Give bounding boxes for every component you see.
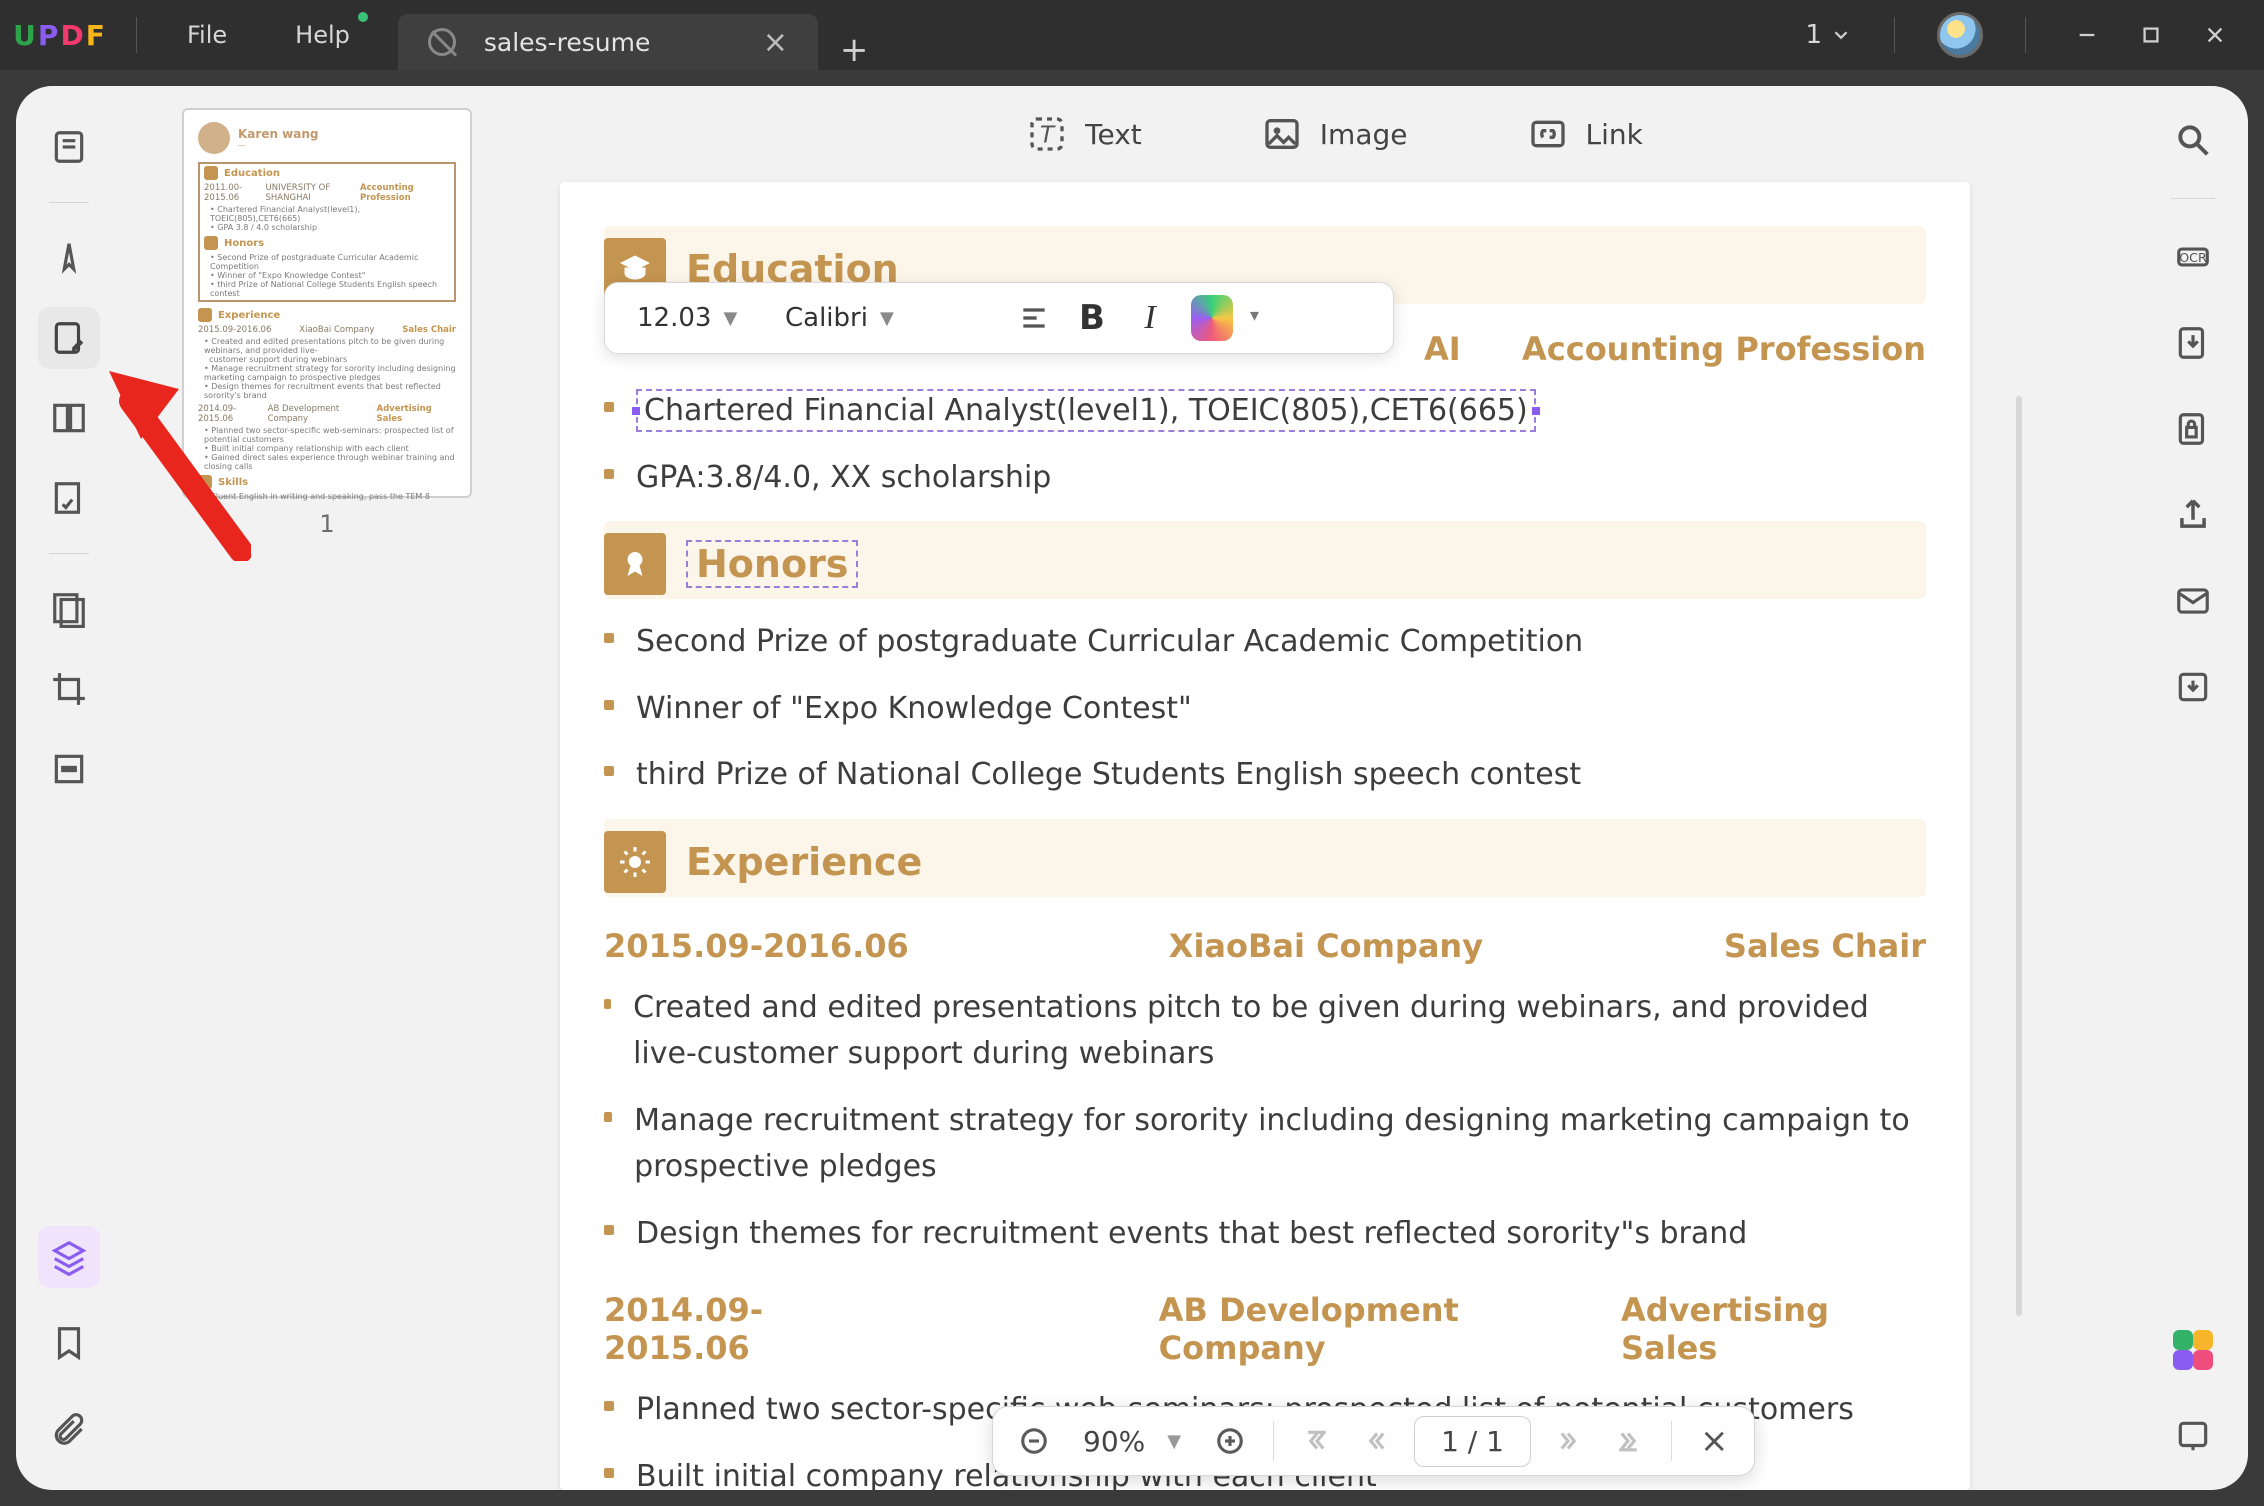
comment-tool[interactable] [38, 227, 100, 289]
education-major: Accounting Profession [1522, 330, 1926, 368]
insert-link-button[interactable]: Link [1528, 114, 1643, 154]
honors-icon [604, 533, 666, 595]
ai-assistant-button[interactable] [2165, 1322, 2221, 1378]
notes-button[interactable] [2165, 1408, 2221, 1464]
document-page[interactable]: Education AI Accounting Profession Chart… [560, 182, 1970, 1490]
save-button[interactable] [2165, 659, 2221, 715]
share-button[interactable] [2165, 487, 2221, 543]
insert-image-button[interactable]: Image [1262, 114, 1408, 154]
separator [2025, 17, 2026, 53]
convert-button[interactable] [2165, 315, 2221, 371]
thumbnail-page-number: 1 [162, 510, 492, 538]
education-school: AI [1424, 330, 1461, 368]
menu-help[interactable]: Help [261, 0, 384, 70]
window-maximize-button[interactable] [2132, 16, 2170, 54]
next-page-button[interactable] [1545, 1418, 1591, 1464]
svg-text:OCR: OCR [2179, 250, 2207, 265]
italic-button[interactable]: I [1125, 293, 1175, 343]
layers-panel-button[interactable] [38, 1226, 100, 1288]
separator [136, 17, 137, 53]
protect-button[interactable] [2165, 401, 2221, 457]
organize-tool[interactable] [38, 578, 100, 640]
menu-file[interactable]: File [153, 0, 261, 70]
bold-button[interactable]: B [1067, 293, 1117, 343]
tab-close-button[interactable]: × [763, 25, 788, 60]
text-color-button[interactable] [1183, 293, 1233, 343]
align-button[interactable] [1009, 293, 1059, 343]
tab-document-icon [428, 28, 456, 56]
font-size-dropdown[interactable]: 12.03▼ [623, 292, 763, 344]
right-toolbar: OCR [2138, 86, 2248, 1490]
tab-title: sales-resume [484, 28, 650, 57]
experience-icon [604, 831, 666, 893]
font-family-dropdown[interactable]: Calibri▼ [771, 292, 1001, 344]
section-title: Experience [686, 840, 922, 884]
crop-tool[interactable] [38, 658, 100, 720]
user-avatar[interactable] [1937, 12, 1983, 58]
job-company: AB Development Company [1159, 1291, 1621, 1367]
page-thumbnail[interactable]: Karen wang— Education 2011.00-2015.06UNI… [182, 108, 472, 498]
zoom-in-button[interactable] [1207, 1418, 1253, 1464]
bookmarks-panel-button[interactable] [38, 1312, 100, 1374]
job-role: Advertising Sales [1621, 1291, 1926, 1367]
svg-text:T: T [1040, 120, 1056, 148]
edit-tool[interactable] [38, 307, 100, 369]
scrollbar[interactable] [2016, 396, 2022, 1316]
page-navigation-bar: 90%▼ 1 / 1 × [992, 1406, 1755, 1476]
ocr-button[interactable]: OCR [2165, 229, 2221, 285]
insert-text-button[interactable]: T Text [1027, 114, 1142, 154]
job-date: 2014.09-2015.06 [604, 1291, 899, 1367]
thumbnails-panel: Karen wang— Education 2011.00-2015.06UNI… [122, 86, 532, 1490]
selected-text[interactable]: Chartered Financial Analyst(level1), TOE… [636, 389, 1536, 432]
last-page-button[interactable] [1605, 1418, 1651, 1464]
window-close-button[interactable] [2196, 16, 2234, 54]
page-number-display[interactable]: 1 / 1 [1414, 1416, 1531, 1467]
reader-tool[interactable] [38, 116, 100, 178]
left-toolbar [16, 86, 122, 1490]
close-page-bar-button[interactable]: × [1692, 1421, 1737, 1461]
text-format-toolbar: 12.03▼ Calibri▼ B I [604, 282, 1394, 354]
job-role: Sales Chair [1724, 927, 1926, 965]
page-count-dropdown[interactable]: 1 [1805, 20, 1852, 50]
job-date: 2015.09-2016.06 [604, 927, 909, 965]
document-tab[interactable]: sales-resume × [398, 14, 818, 70]
email-button[interactable] [2165, 573, 2221, 629]
job-company: XiaoBai Company [1169, 927, 1483, 965]
app-logo: UPDF [0, 19, 120, 52]
search-button[interactable] [2165, 112, 2221, 168]
prev-page-button[interactable] [1354, 1418, 1400, 1464]
form-tool[interactable] [38, 467, 100, 529]
first-page-button[interactable] [1294, 1418, 1340, 1464]
window-minimize-button[interactable] [2068, 16, 2106, 54]
separator [1894, 17, 1895, 53]
edit-tools-bar: T Text Image Link [532, 86, 2138, 182]
zoom-dropdown[interactable]: 90%▼ [1071, 1425, 1193, 1458]
redact-tool[interactable] [38, 738, 100, 800]
page-view-tool[interactable] [38, 387, 100, 449]
section-title: Honors [686, 540, 858, 588]
zoom-out-button[interactable] [1011, 1418, 1057, 1464]
attachments-panel-button[interactable] [38, 1398, 100, 1460]
new-tab-button[interactable]: + [818, 30, 891, 70]
